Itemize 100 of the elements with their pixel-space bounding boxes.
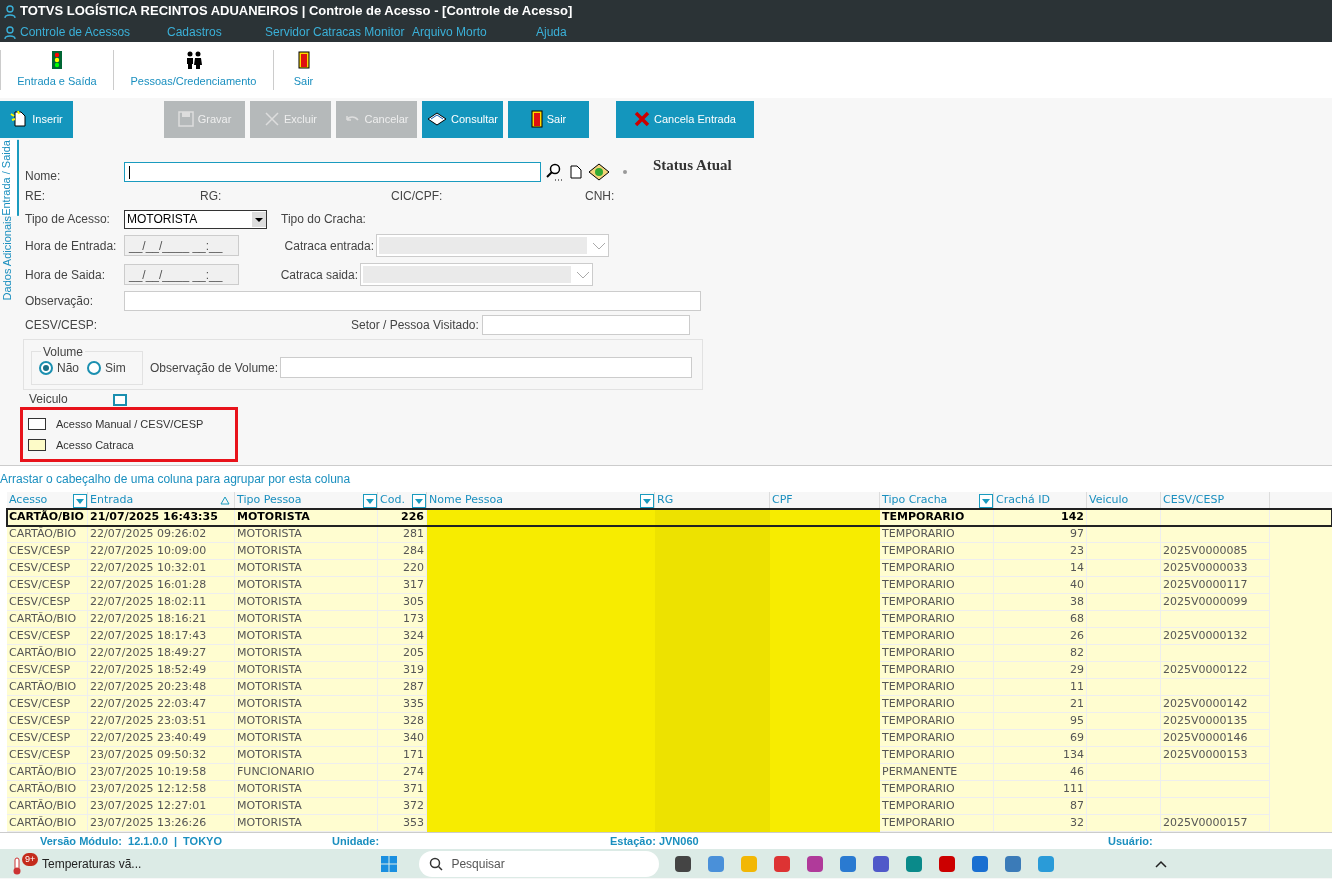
- app-icon[interactable]: [938, 854, 957, 873]
- table-cell: MOTORISTA: [237, 781, 302, 797]
- table-row[interactable]: CARTÃO/BIO 23/07/2025 10:19:58 FUNCIONARIO 274 PERMANENTE 46: [7, 764, 1332, 781]
- action-button[interactable]: Consultar: [422, 100, 503, 138]
- app-icon[interactable]: [1004, 854, 1023, 873]
- table-row[interactable]: CESV/CESP 22/07/2025 18:02:11 MOTORISTA 305 TEMPORARIO 38 2025V0000099: [7, 594, 1332, 611]
- status-text: Estação: JVN060: [610, 833, 700, 849]
- table-cell: 372: [403, 798, 424, 814]
- table-row[interactable]: CESV/CESP 22/07/2025 22:03:47 MOTORISTA 335 TEMPORARIO 21 2025V0000142: [7, 696, 1332, 713]
- table-cell: TEMPORARIO: [882, 645, 955, 661]
- table-cell: CESV/CESP: [9, 628, 71, 644]
- table-cell: 134: [1063, 747, 1084, 763]
- radio-option[interactable]: Não: [39, 358, 79, 377]
- action-button[interactable]: Sair: [508, 100, 589, 138]
- volume-observation-input[interactable]: [280, 357, 693, 378]
- table-row[interactable]: CARTÃO/BIO 22/07/2025 18:49:27 MOTORISTA 205 TEMPORARIO 82: [7, 645, 1332, 662]
- app-icon[interactable]: [905, 854, 924, 873]
- sort-arrow-icon: [220, 496, 230, 505]
- table-cell: TEMPORARIO: [882, 747, 955, 763]
- table-row[interactable]: CARTÃO/BIO 23/07/2025 12:27:01 MOTORISTA 372 TEMPORARIO 87: [7, 798, 1332, 815]
- table-cell: 2025V0000122: [1163, 662, 1248, 678]
- app-icon[interactable]: [773, 854, 792, 873]
- radio-option[interactable]: Sim: [87, 358, 126, 377]
- table-row[interactable]: CESV/CESP 23/07/2025 09:50:32 MOTORISTA 171 TEMPORARIO 134 2025V0000153: [7, 747, 1332, 764]
- table-cell: 2025V0000099: [1163, 594, 1248, 610]
- table-cell: 335: [403, 696, 424, 712]
- status-text: Usuário:: [1108, 833, 1153, 849]
- table-cell: 226: [401, 509, 424, 525]
- table-cell: 22/07/2025 09:26:02: [90, 526, 207, 542]
- chevron-up-icon[interactable]: [1155, 859, 1168, 868]
- field-label: CNH:: [585, 188, 615, 205]
- side-tab[interactable]: Entrada / Saida: [0, 140, 19, 216]
- date-time-input[interactable]: __/__/____ __:__: [124, 235, 239, 256]
- turnstile-select[interactable]: [360, 263, 593, 286]
- table-row[interactable]: CARTÃO/BIO 23/07/2025 12:12:58 MOTORISTA 371 TEMPORARIO 111: [7, 781, 1332, 798]
- table-cell: 2025V0000085: [1163, 543, 1248, 559]
- toolbar-button[interactable]: Entrada e Saída: [1, 46, 113, 94]
- table-row[interactable]: CESV/CESP 22/07/2025 18:52:49 MOTORISTA 319 TEMPORARIO 29 2025V0000122: [7, 662, 1332, 679]
- field-label: Hora de Entrada:: [25, 237, 118, 255]
- table-cell: 22/07/2025 18:17:43: [90, 628, 207, 644]
- scissors-icon: [264, 111, 280, 127]
- search-box[interactable]: Pesquisar: [419, 850, 660, 877]
- vehicle-checkbox[interactable]: [113, 394, 127, 406]
- visited-input[interactable]: [481, 315, 690, 335]
- table-row[interactable]: CARTÃO/BIO 21/07/2025 16:43:35 MOTORISTA 226 TEMPORARIO 142: [7, 509, 1332, 526]
- table-row[interactable]: CARTÃO/BIO 23/07/2025 13:26:26 MOTORISTA 353 TEMPORARIO 32 2025V0000157: [7, 815, 1332, 832]
- table-row[interactable]: CESV/CESP 22/07/2025 23:03:51 MOTORISTA 328 TEMPORARIO 95 2025V0000135: [7, 713, 1332, 730]
- table-row[interactable]: CESV/CESP 22/07/2025 16:01:28 MOTORISTA 317 TEMPORARIO 40 2025V0000117: [7, 577, 1332, 594]
- table-cell: 68: [1070, 611, 1084, 627]
- table-cell: CESV/CESP: [9, 696, 71, 712]
- user-icon: [4, 4, 16, 18]
- app-icon[interactable]: [971, 854, 990, 873]
- table-row[interactable]: CESV/CESP 22/07/2025 18:17:43 MOTORISTA 324 TEMPORARIO 26 2025V0000132: [7, 628, 1332, 645]
- table-row[interactable]: CARTÃO/BIO 22/07/2025 18:16:21 MOTORISTA 173 TEMPORARIO 68: [7, 611, 1332, 628]
- app-icon[interactable]: [872, 854, 891, 873]
- app-icon[interactable]: [839, 854, 858, 873]
- observation-input[interactable]: [124, 290, 701, 311]
- field-label: Hora de Saida:: [25, 266, 107, 284]
- access-type-select[interactable]: MOTORISTA: [124, 209, 267, 229]
- table-cell: CARTÃO/BIO: [9, 645, 77, 661]
- table-cell: 97: [1070, 526, 1084, 542]
- table-cell: 22/07/2025 20:23:48: [90, 679, 207, 695]
- table-row[interactable]: CARTÃO/BIO 22/07/2025 20:23:48 MOTORISTA 287 TEMPORARIO 11: [7, 679, 1332, 696]
- menu-item[interactable]: Servidor Catracas Monitor: [265, 23, 412, 41]
- menu-item[interactable]: Cadastros: [167, 23, 265, 41]
- thermometer-icon[interactable]: [12, 856, 22, 875]
- weather-widget[interactable]: Temperaturas vã...: [42, 854, 142, 873]
- window-title: TOTVS LOGÍSTICA RECINTOS ADUANEIROS | Controle de Acesso - [Controle de Acesso]: [20, 2, 573, 21]
- side-tab[interactable]: Dados Adicionais: [0, 215, 18, 301]
- toolbar-button[interactable]: Sair: [274, 46, 333, 94]
- table-cell: 2025V0000153: [1163, 747, 1248, 763]
- chevron-down-icon: [576, 270, 590, 279]
- name-input[interactable]: [124, 162, 541, 182]
- table-row[interactable]: CESV/CESP 22/07/2025 23:40:49 MOTORISTA 340 TEMPORARIO 69 2025V0000146: [7, 730, 1332, 747]
- table-cell: 371: [403, 781, 424, 797]
- action-button[interactable]: Cancela Entrada: [616, 100, 754, 138]
- table-cell: MOTORISTA: [237, 798, 302, 814]
- app-icon[interactable]: [806, 854, 825, 873]
- table-row[interactable]: CESV/CESP 22/07/2025 10:09:00 MOTORISTA 284 TEMPORARIO 23 2025V0000085: [7, 543, 1332, 560]
- table-cell: 173: [403, 611, 424, 627]
- table-row[interactable]: CESV/CESP 22/07/2025 10:32:01 MOTORISTA 220 TEMPORARIO 14 2025V0000033: [7, 560, 1332, 577]
- windows-logo-icon[interactable]: [381, 855, 398, 872]
- table-cell: PERMANENTE: [882, 764, 958, 780]
- people-icon: [184, 50, 203, 69]
- book-icon: [426, 111, 447, 127]
- toolbar-button[interactable]: Pessoas/Credenciamento: [114, 46, 273, 94]
- date-time-input[interactable]: __/__/____ __:__: [124, 264, 239, 285]
- table-cell: 274: [403, 764, 424, 780]
- turnstile-select[interactable]: [376, 234, 609, 257]
- door-icon: [530, 110, 543, 128]
- menu-item[interactable]: Controle de Acessos: [20, 23, 167, 41]
- action-button[interactable]: Inserir: [0, 100, 73, 138]
- table-cell: 317: [403, 577, 424, 593]
- menu-item[interactable]: Arquivo Morto: [412, 23, 536, 41]
- table-cell: MOTORISTA: [237, 815, 302, 831]
- table-cell: 23/07/2025 09:50:32: [90, 747, 207, 763]
- table-cell: CESV/CESP: [9, 594, 71, 610]
- search-icon: [545, 163, 565, 181]
- menu-item[interactable]: Ajuda: [536, 23, 596, 41]
- app-icon[interactable]: [674, 854, 693, 873]
